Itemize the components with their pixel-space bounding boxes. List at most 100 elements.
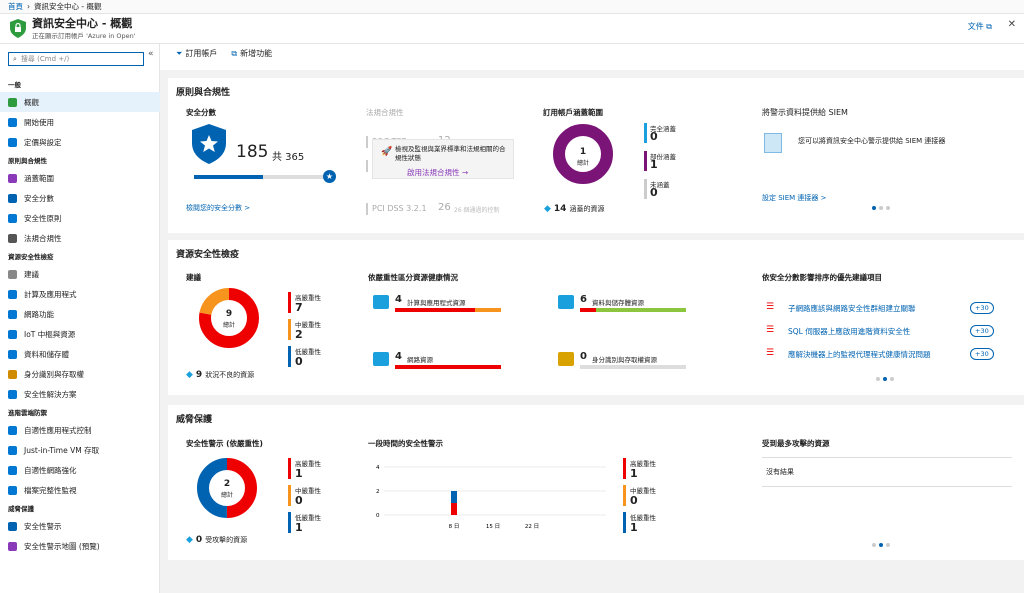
covered-resources: ◆ 14 涵蓋的資源 (544, 204, 604, 214)
carousel-dot[interactable] (879, 543, 883, 547)
recommendations-center-number: 9 (225, 309, 233, 319)
review-secure-score-link[interactable]: 檢閱您的安全分數 > (186, 203, 250, 213)
resource-health-segment (395, 308, 475, 312)
resource-type-label[interactable]: 計算與應用程式資源 (407, 297, 466, 307)
sidebar-item[interactable]: 安全性警示 (0, 516, 160, 536)
enable-compliance-link[interactable]: 啟用法規合規性 → (407, 167, 468, 178)
carousel-dot[interactable] (883, 377, 887, 381)
resource-type-icon (373, 295, 389, 309)
sidebar-item[interactable]: 概觀 (0, 92, 160, 112)
whats-new-button[interactable]: ⧉ 新增功能 (231, 48, 272, 59)
carousel-dots[interactable] (872, 206, 890, 210)
unhealthy-resources: ◆ 9 狀況不良的資源 (186, 370, 254, 380)
command-bar: ⏷ 訂用帳戶 ⧉ 新增功能 (176, 48, 272, 59)
carousel-dot[interactable] (872, 543, 876, 547)
sidebar-item[interactable]: 網路功能 (0, 304, 160, 324)
sidebar-item[interactable]: 建議 (0, 264, 160, 284)
recs-high-severity[interactable]: 高嚴重性 7 (288, 292, 321, 313)
overtime-medium-severity[interactable]: 中嚴重性 0 (623, 485, 656, 506)
compliance-overlay: 🚀 檢視及監視與業界標準和法規相關的合規性狀態 啟用法規合規性 → (372, 139, 514, 179)
carousel-dot[interactable] (876, 377, 880, 381)
chart-bar[interactable] (451, 491, 457, 503)
sidebar-item[interactable]: 法規合規性 (0, 228, 160, 248)
alerts-low-severity[interactable]: 低嚴重性 1 (288, 512, 321, 533)
recommendation-link[interactable]: 子網路應該與網路安全性群組建立關聯 (788, 303, 916, 314)
sidebar-item[interactable]: 檔案完整性監視 (0, 480, 160, 500)
sidebar-item[interactable]: 安全性原則 (0, 208, 160, 228)
sidebar-item-icon (8, 233, 17, 243)
carousel-dot[interactable] (879, 206, 883, 210)
sidebar-item-icon (8, 485, 17, 495)
breadcrumb-current: 資訊安全中心 - 概觀 (34, 2, 102, 11)
sidebar-item[interactable]: 資料和儲存體 (0, 344, 160, 364)
carousel-dot[interactable] (886, 206, 890, 210)
high-severity-bar (288, 292, 291, 313)
sidebar-item[interactable]: 開始使用 (0, 112, 160, 132)
sidebar-item-label: 身分識別與存取權 (24, 369, 84, 379)
sidebar-item-label: 安全性原則 (24, 213, 62, 223)
recommendation-link[interactable]: 應解決機器上的監視代理程式健康情況問題 (788, 349, 931, 360)
overtime-low-severity[interactable]: 低嚴重性 1 (623, 512, 656, 533)
collapse-sidebar-icon[interactable]: « (148, 49, 154, 59)
secure-score-value: 185 (236, 142, 269, 162)
sidebar-item-label: 計算及應用程式 (24, 289, 77, 299)
search-input[interactable]: ⌕ 搜尋 (Cmd +/) (8, 52, 144, 66)
coverage-legend-value: 0 (650, 130, 658, 143)
sidebar-item[interactable]: 自適性應用程式控制 (0, 420, 160, 440)
siem-description: 您可以將資訊安全中心警示提供給 SIEM 連接器 (798, 137, 946, 145)
security-center-shield-icon (10, 19, 26, 38)
resource-type-label[interactable]: 網路資源 (407, 354, 433, 364)
resource-count: 6 (580, 294, 587, 305)
sidebar-item-icon (8, 329, 17, 339)
resource-type-label[interactable]: 身分識別與存取權資源 (592, 354, 657, 364)
high-severity-count: 1 (295, 467, 303, 480)
carousel-dots[interactable] (872, 543, 890, 547)
breadcrumb-home[interactable]: 首頁 (8, 1, 23, 12)
overtime-high-severity[interactable]: 高嚴重性 1 (623, 458, 656, 479)
alerts-medium-severity[interactable]: 中嚴重性 0 (288, 485, 321, 506)
sidebar-item[interactable]: 計算及應用程式 (0, 284, 160, 304)
sidebar-item-icon (8, 369, 17, 379)
configure-siem-link[interactable]: 設定 SIEM 連接器 > (762, 193, 827, 203)
sidebar-item[interactable]: 安全性解決方案 (0, 384, 160, 404)
regulatory-compliance-label: 法規合規性 (366, 108, 404, 117)
resource-hygiene-title: 資源安全性檢疫 (176, 250, 240, 260)
resource-type-label[interactable]: 資料與儲存體資源 (592, 297, 644, 307)
carousel-dots[interactable] (876, 377, 894, 381)
rocket-icon: 🚀 (381, 147, 393, 157)
carousel-dot[interactable] (886, 543, 890, 547)
high-severity-bar (288, 458, 291, 479)
sidebar-item[interactable]: 安全性警示地圖 (預覽) (0, 536, 160, 556)
sidebar-item-label: 資料和儲存體 (24, 349, 69, 359)
search-placeholder: 搜尋 (Cmd +/) (20, 55, 70, 63)
carousel-dot[interactable] (890, 377, 894, 381)
sidebar-item[interactable]: Just-in-Time VM 存取 (0, 440, 160, 460)
recs-low-severity[interactable]: 低嚴重性 0 (288, 346, 321, 367)
threat-protection-title: 威脅保護 (176, 415, 213, 425)
sidebar-item[interactable]: 安全分數 (0, 188, 160, 208)
sidebar-item-label: 涵蓋範圍 (24, 173, 54, 183)
recommendation-list-icon: ☰ (766, 348, 775, 358)
attacked-resources: ◆ 0 受攻擊的資源 (186, 535, 247, 545)
recommendation-link[interactable]: SQL 伺服器上應啟用進階資料安全性 (788, 326, 910, 337)
carousel-dot[interactable] (872, 206, 876, 210)
sidebar-item[interactable]: IoT 中樞與資源 (0, 324, 160, 344)
sidebar-item[interactable]: 自適性網路強化 (0, 460, 160, 480)
coverage-legend-bar (644, 123, 647, 143)
unhealthy-resources-label: 狀況不良的資源 (205, 371, 255, 379)
resource-hygiene-panel: 資源安全性檢疫 建議 9 總計 高嚴重性 7 中嚴重性 2 低嚴重性 0 ◆ 9 狀況… (168, 240, 1024, 395)
alerts-high-severity[interactable]: 高嚴重性 1 (288, 458, 321, 479)
sidebar-item[interactable]: 身分識別與存取權 (0, 364, 160, 384)
resource-count: 4 (395, 294, 402, 305)
alerts-center-number: 2 (223, 479, 231, 489)
chart-bar[interactable] (451, 503, 457, 515)
sidebar-item[interactable]: 涵蓋範圍 (0, 168, 160, 188)
sidebar-item[interactable]: 定價與設定 (0, 132, 160, 152)
subscriptions-button[interactable]: ⏷ 訂用帳戶 (176, 48, 217, 59)
cube-icon: ◆ (186, 370, 193, 380)
docs-link[interactable]: 文件 ⧉ (968, 21, 992, 32)
close-button[interactable]: ✕ (1008, 19, 1016, 30)
recs-medium-severity[interactable]: 中嚴重性 2 (288, 319, 321, 340)
policy-compliance-panel: 原則與合規性 安全分數 185 共 365 ★ 檢閱您的安全分數 > 法規合規性… (168, 78, 1024, 233)
sidebar-item-icon (8, 349, 17, 359)
